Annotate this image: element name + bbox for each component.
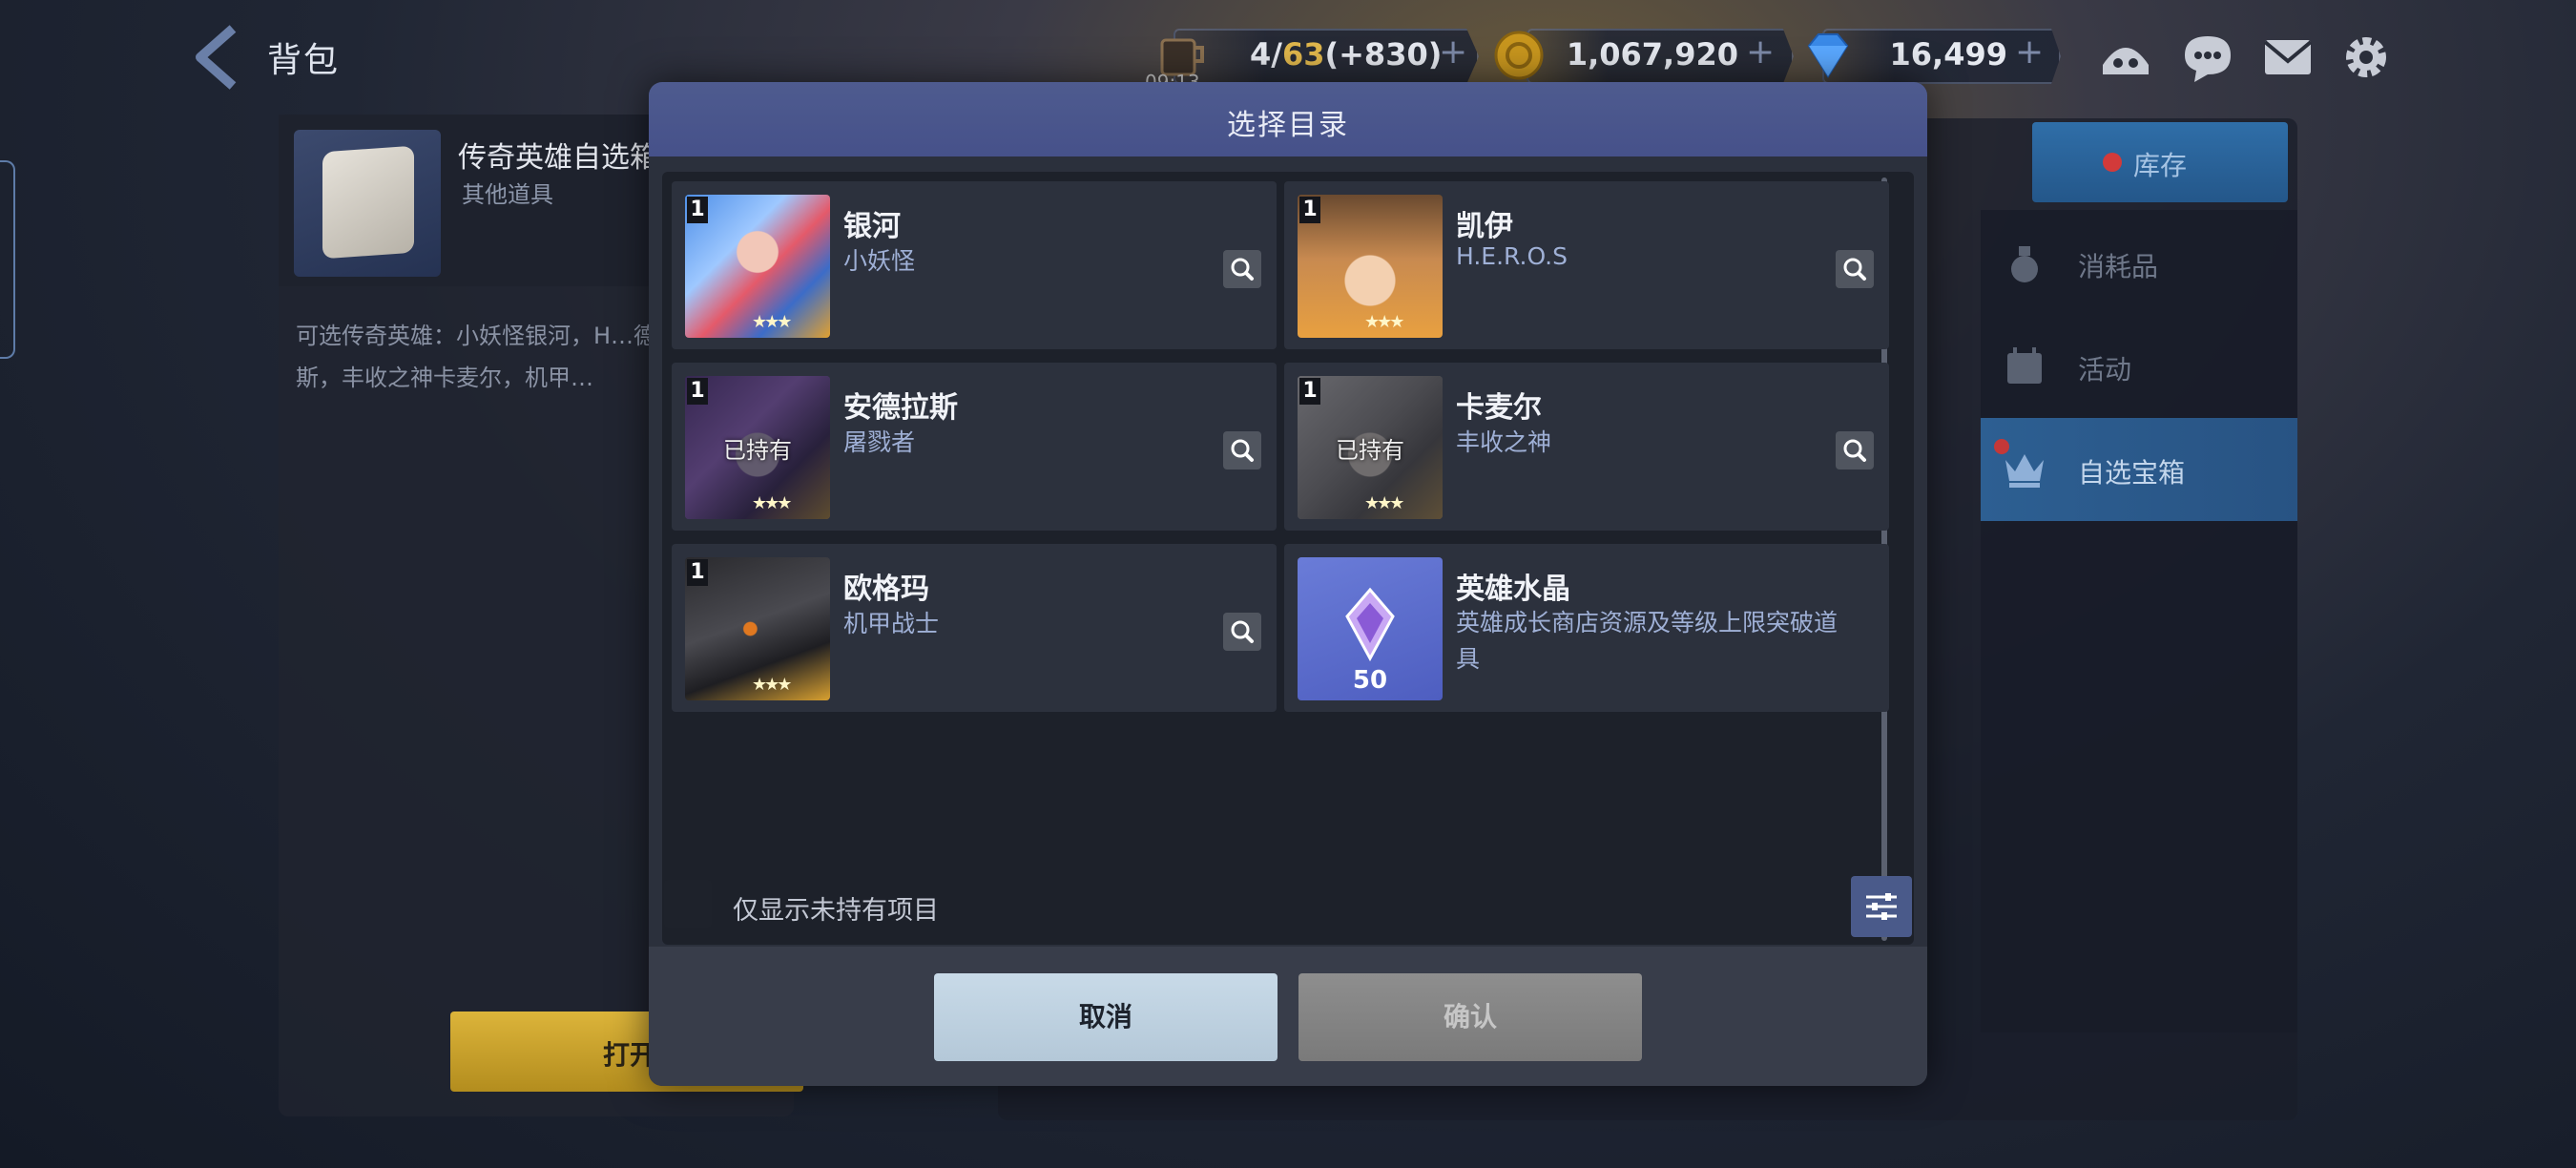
item-name: 英雄水晶 (1456, 573, 1570, 606)
chat-icon[interactable] (2177, 27, 2238, 88)
sidebar-item-label: 活动 (2078, 354, 2132, 386)
hero-title: 丰收之神 (1456, 428, 1552, 456)
stamina-plus-button[interactable]: + (1439, 32, 1467, 72)
modal-title: 选择目录 (649, 82, 1927, 156)
item-description: 英雄成长商店资源及等级上限突破道具 (1456, 609, 1839, 673)
count-badge: 1 (687, 378, 708, 405)
show-unowned-checkbox[interactable] (664, 880, 712, 928)
search-icon[interactable] (1836, 250, 1874, 288)
item-name: 传奇英雄自选箱 (458, 141, 658, 175)
gem-value: 16,499 (1889, 36, 2007, 73)
filter-settings-button[interactable] (1851, 876, 1912, 937)
owned-label: 已持有 (1336, 437, 1404, 464)
gear-icon[interactable] (2336, 27, 2397, 88)
chevron-left-icon (196, 25, 237, 90)
hero-portrait: 1 ★★★ (1298, 195, 1443, 338)
sidebar-item-selection-chest[interactable]: 自选宝箱 (1981, 418, 2297, 521)
page-title: 背包 (267, 41, 341, 80)
item-portrait: 50 (1298, 557, 1443, 700)
hero-portrait: 1 ★★★ (685, 557, 830, 700)
gold-coin-icon (1488, 25, 1549, 86)
item-card-hero-crystal[interactable]: 50 英雄水晶 英雄成长商店资源及等级上限突破道具 (1284, 544, 1889, 712)
count-badge: 1 (687, 559, 708, 586)
hero-title: H.E.R.O.S (1456, 242, 1568, 270)
stock-tab-button[interactable]: 库存 (2032, 122, 2288, 202)
item-quantity: 50 (1352, 666, 1388, 695)
sidebar-item-label: 消耗品 (2078, 251, 2159, 282)
star-rating: ★★★ (1364, 493, 1404, 513)
hero-name: 凯伊 (1456, 210, 1513, 243)
star-rating: ★★★ (752, 675, 792, 695)
hero-name: 欧格玛 (843, 573, 929, 606)
crown-icon (2005, 454, 2044, 488)
cancel-button[interactable]: 取消 (934, 973, 1278, 1061)
show-unowned-label: 仅显示未持有项目 (733, 896, 939, 926)
diamond-icon (1797, 25, 1859, 86)
item-thumbnail (294, 130, 441, 277)
hero-card-ougema[interactable]: 1 ★★★ 欧格玛 机甲战士 (672, 544, 1277, 712)
calendar-icon (2007, 347, 2042, 384)
search-icon[interactable] (1223, 250, 1261, 288)
search-icon[interactable] (1223, 613, 1261, 651)
hero-name: 银河 (843, 210, 901, 243)
owned-label: 已持有 (723, 437, 792, 464)
sidebar-item-label: 自选宝箱 (2078, 457, 2186, 489)
star-rating: ★★★ (1364, 312, 1404, 332)
hero-title: 小妖怪 (843, 247, 916, 275)
modal-footer (649, 947, 1927, 1086)
gem-plus-button[interactable]: + (2015, 32, 2044, 72)
count-badge: 1 (1299, 378, 1320, 405)
gold-value: 1,067,920 (1566, 36, 1738, 73)
hero-portrait: 1 已持有 ★★★ (685, 376, 830, 519)
crystal-icon (1345, 587, 1395, 662)
item-description: 可选传奇英雄：小妖怪银河，H…德拉斯，丰收之神卡麦尔，机甲… (296, 323, 680, 391)
notification-dot (2103, 153, 2122, 172)
stock-tab-label: 库存 (2133, 150, 2188, 181)
select-catalog-modal: 选择目录 1 ★★★ 银河 小妖怪 1 ★★★ 凯伊 H.E.R.O.S 1 已… (649, 82, 1927, 1086)
star-rating: ★★★ (752, 493, 792, 513)
confirm-button[interactable]: 确认 (1298, 973, 1642, 1061)
hero-portrait: 1 ★★★ (685, 195, 830, 338)
hero-card-kamaier[interactable]: 1 已持有 ★★★ 卡麦尔 丰收之神 (1284, 363, 1889, 531)
sidebar-item-consumables[interactable]: 消耗品 (1981, 212, 2297, 315)
hero-card-andelasi[interactable]: 1 已持有 ★★★ 安德拉斯 屠戮者 (672, 363, 1277, 531)
back-button[interactable] (187, 23, 246, 92)
hero-title: 屠戮者 (843, 428, 916, 456)
item-category: 其他道具 (462, 181, 553, 208)
hero-card-yinhe[interactable]: 1 ★★★ 银河 小妖怪 (672, 181, 1277, 349)
hero-portrait: 1 已持有 ★★★ (1298, 376, 1443, 519)
search-icon[interactable] (1836, 431, 1874, 469)
hero-name: 卡麦尔 (1456, 391, 1542, 425)
count-badge: 1 (1299, 197, 1320, 223)
potion-bag-icon (2011, 246, 2038, 282)
left-edge-tab[interactable] (0, 160, 15, 359)
gold-plus-button[interactable]: + (1746, 32, 1775, 72)
sidebar-item-events[interactable]: 活动 (1981, 315, 2297, 418)
search-icon[interactable] (1223, 431, 1261, 469)
sliders-icon (1866, 893, 1897, 920)
guild-icon[interactable] (2095, 27, 2156, 88)
hero-card-kaiyi[interactable]: 1 ★★★ 凯伊 H.E.R.O.S (1284, 181, 1889, 349)
mail-icon[interactable] (2257, 27, 2318, 88)
hero-title: 机甲战士 (843, 610, 940, 637)
hero-name: 安德拉斯 (843, 391, 958, 425)
stamina-value: 4/63(+830) (1250, 36, 1443, 73)
count-badge: 1 (687, 197, 708, 223)
star-rating: ★★★ (752, 312, 792, 332)
